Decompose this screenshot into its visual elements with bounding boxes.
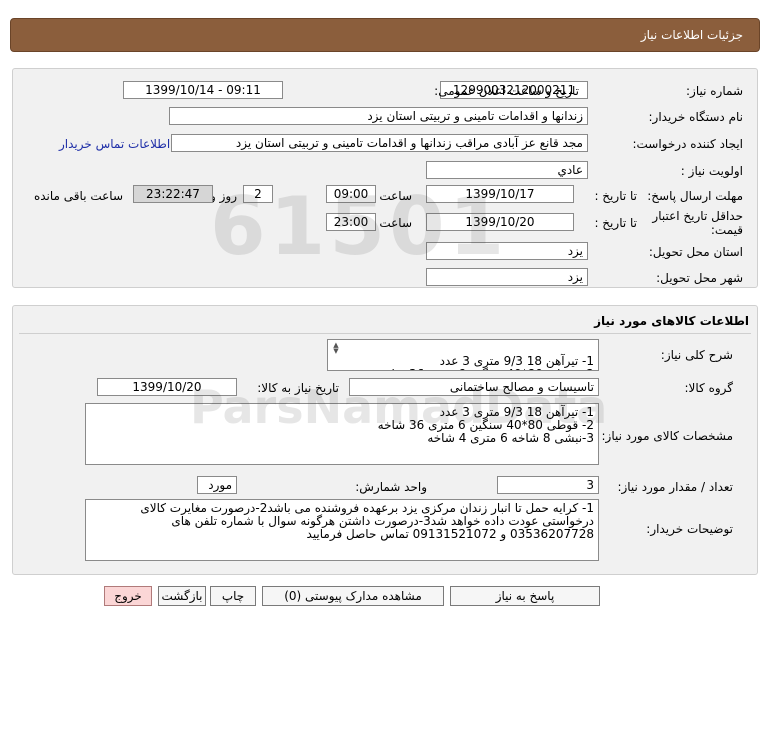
goods-group-field: تاسیسات و مصالح ساختمانی xyxy=(349,378,599,396)
general-desc-text: 1- تیرآهن 18 9/3 متری 3 عدد 2- قوطی 80*4… xyxy=(378,354,594,371)
buyer-contact-link[interactable]: اطلاعات تماس خریدار xyxy=(59,137,170,151)
province-field: یزد xyxy=(426,242,588,260)
city-label: شهر محل تحویل: xyxy=(656,271,743,285)
requester-field: مجد قانع عز آبادی مراقب زندانها و اقداما… xyxy=(171,134,588,152)
days-field: 2 xyxy=(243,185,273,203)
need-info-panel: شماره نیاز: 1299003212000211 تاریخ و ساع… xyxy=(12,68,758,288)
remaining-label: ساعت باقی مانده xyxy=(33,189,123,203)
days-label: روز و xyxy=(210,189,237,203)
goods-panel: اطلاعات کالاهای مورد نیاز شرح کلی نیاز: … xyxy=(12,305,758,575)
validity-date-field: 1399/10/20 xyxy=(426,213,574,231)
qty-label: تعداد / مقدار مورد نیاز: xyxy=(617,480,733,494)
validity-label-line1: حداقل تاریخ اعتبار xyxy=(652,209,743,223)
validity-time-label: ساعت xyxy=(379,216,412,230)
general-desc-label: شرح کلی نیاز: xyxy=(660,348,733,362)
print-button[interactable]: چاپ xyxy=(210,586,256,606)
priority-field: عادي xyxy=(426,161,588,179)
need-date-label: تاریخ نیاز به کالا: xyxy=(257,381,339,395)
back-button[interactable]: بازگشت xyxy=(158,586,206,606)
unit-field: مورد xyxy=(197,476,237,494)
goods-section-divider xyxy=(19,333,751,334)
priority-label: اولویت نیاز : xyxy=(680,164,743,178)
validity-to-date-label: تا تاریخ : xyxy=(594,216,637,230)
scroll-arrows-icon[interactable]: ▲ ▼ xyxy=(332,342,340,355)
deadline-to-date-label: تا تاریخ : xyxy=(594,189,637,203)
validity-label-line2: قیمت: xyxy=(710,223,743,237)
reply-button[interactable]: پاسخ به نیاز xyxy=(450,586,600,606)
deadline-time-field: 09:00 xyxy=(326,185,376,203)
deadline-date-field: 1399/10/17 xyxy=(426,185,574,203)
announce-field: 1399/10/14 - 09:11 xyxy=(123,81,283,99)
city-field: یزد xyxy=(426,268,588,286)
specs-label: مشخصات کالای مورد نیاز: xyxy=(601,429,733,443)
announce-label: تاریخ و ساعت اعلان عمومی: xyxy=(434,84,579,98)
general-desc-field[interactable]: 1- تیرآهن 18 9/3 متری 3 عدد 2- قوطی 80*4… xyxy=(327,339,599,371)
goods-group-label: گروه کالا: xyxy=(684,381,734,395)
buyer-notes-label: توضیحات خریدار: xyxy=(646,522,733,536)
need-date-field: 1399/10/20 xyxy=(97,378,237,396)
buyer-notes-field[interactable]: 1- کرایه حمل تا انبار زندان مرکزی یزد بر… xyxy=(85,499,599,561)
buyer-label: نام دستگاه خریدار: xyxy=(648,110,744,124)
goods-section-title: اطلاعات کالاهای مورد نیاز xyxy=(594,314,749,328)
exit-button[interactable]: خروج xyxy=(104,586,152,606)
need-number-label: شماره نیاز: xyxy=(686,84,743,98)
view-attachments-button[interactable]: مشاهده مدارک پیوستی (0) xyxy=(262,586,444,606)
validity-time-field: 23:00 xyxy=(326,213,376,231)
qty-field: 3 xyxy=(497,476,599,494)
unit-label: واحد شمارش: xyxy=(355,480,427,494)
province-label: استان محل تحویل: xyxy=(648,245,743,259)
specs-field[interactable]: 1- تیرآهن 18 9/3 متری 3 عدد 2- قوطی 80*4… xyxy=(85,403,599,465)
requester-label: ایجاد کننده درخواست: xyxy=(632,137,743,151)
deadline-label: مهلت ارسال پاسخ: xyxy=(647,189,743,203)
buyer-field: زندانها و اقدامات تامینی و تربیتی استان … xyxy=(169,107,588,125)
deadline-time-label: ساعت xyxy=(379,189,412,203)
remaining-time-field: 23:22:47 xyxy=(133,185,213,203)
page-title: جزئيات اطلاعات نياز xyxy=(640,28,743,42)
page-title-bar: جزئيات اطلاعات نياز xyxy=(10,18,760,52)
